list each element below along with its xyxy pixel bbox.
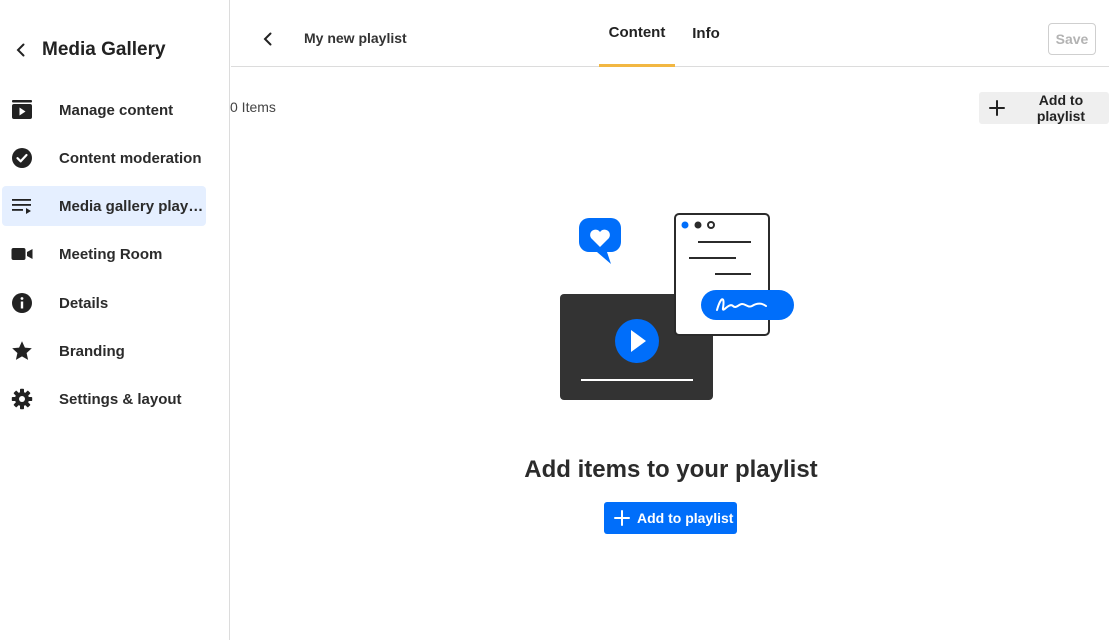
gear-icon xyxy=(10,387,34,411)
playlist-name: My new playlist xyxy=(304,30,407,46)
playlist-topbar: My new playlist Content Info Save xyxy=(231,0,1109,67)
sidebar-item-media-gallery-playlists[interactable]: Media gallery playlists xyxy=(2,186,206,226)
play-box-icon xyxy=(10,98,34,122)
heart-bubble-icon xyxy=(579,218,621,264)
items-count: 0 Items xyxy=(230,99,276,115)
star-icon xyxy=(10,339,34,363)
sidebar: Media Gallery Manage content Content mod… xyxy=(0,0,230,640)
sidebar-item-label: Manage content xyxy=(59,101,174,119)
add-to-playlist-label: Add to playlist xyxy=(637,510,734,526)
sidebar-item-label: Meeting Room xyxy=(59,245,163,263)
playlist-icon xyxy=(10,194,34,218)
tab-info[interactable]: Info xyxy=(683,0,729,67)
sidebar-item-label: Branding xyxy=(59,342,125,360)
chevron-left-icon xyxy=(10,39,32,61)
empty-state-title: Add items to your playlist xyxy=(524,456,818,483)
sidebar-item-settings-layout[interactable]: Settings & layout xyxy=(2,379,206,419)
sidebar-item-label: Settings & layout xyxy=(59,390,182,408)
sidebar-item-content-moderation[interactable]: Content moderation xyxy=(2,138,206,178)
video-camera-icon xyxy=(10,242,34,266)
sidebar-item-label: Content moderation xyxy=(59,149,202,167)
save-button[interactable]: Save xyxy=(1048,23,1096,55)
add-to-playlist-label: Add to playlist xyxy=(1036,92,1086,124)
sidebar-item-label: Media gallery playlists xyxy=(59,197,205,215)
sidebar-item-manage-content[interactable]: Manage content xyxy=(2,90,206,130)
sidebar-back-button[interactable]: Media Gallery xyxy=(10,36,166,64)
plus-icon xyxy=(612,508,632,528)
sidebar-item-meeting-room[interactable]: Meeting Room xyxy=(2,234,206,274)
sidebar-item-details[interactable]: Details xyxy=(2,283,206,323)
signature-pill-icon xyxy=(701,290,794,320)
back-button[interactable] xyxy=(257,28,279,50)
info-circle-icon xyxy=(10,291,34,315)
add-to-playlist-button[interactable]: Add to playlist xyxy=(979,92,1109,124)
sidebar-item-branding[interactable]: Branding xyxy=(2,331,206,371)
plus-icon xyxy=(987,98,1007,118)
check-circle-icon xyxy=(10,146,34,170)
add-to-playlist-primary-button[interactable]: Add to playlist xyxy=(604,502,737,534)
sidebar-title: Media Gallery xyxy=(42,39,166,60)
tab-content[interactable]: Content xyxy=(599,0,675,67)
sidebar-item-label: Details xyxy=(59,294,109,312)
chevron-left-icon xyxy=(263,32,272,46)
empty-playlist-illustration xyxy=(560,213,794,400)
